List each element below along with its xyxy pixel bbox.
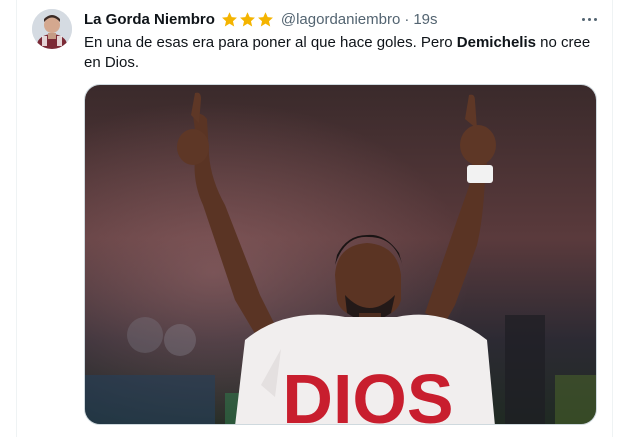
display-name[interactable]: La Gorda Niembro xyxy=(84,11,215,28)
more-options-icon[interactable] xyxy=(578,9,600,29)
separator-dot: · xyxy=(404,10,410,28)
timeline-border-right xyxy=(612,0,613,437)
tweet-media-photo[interactable]: DIOS xyxy=(84,84,597,425)
tweet-text: En una de esas era para poner al que hac… xyxy=(84,33,604,73)
shirt-print-text: DIOS xyxy=(282,360,453,425)
tweet-text-part: En una de esas era para poner al que hac… xyxy=(84,34,457,51)
tweet-header: La Gorda Niembro @lagordaniembro · 19s xyxy=(84,9,438,29)
avatar[interactable] xyxy=(32,9,72,49)
timestamp[interactable]: 19s xyxy=(413,11,437,28)
star-badges xyxy=(221,11,275,28)
star-icon xyxy=(221,11,237,26)
user-handle[interactable]: @lagordaniembro xyxy=(281,11,400,28)
timeline-border-left xyxy=(16,0,17,437)
star-icon xyxy=(257,11,273,26)
star-icon xyxy=(239,11,255,26)
tweet-text-bold: Demichelis xyxy=(456,34,536,51)
